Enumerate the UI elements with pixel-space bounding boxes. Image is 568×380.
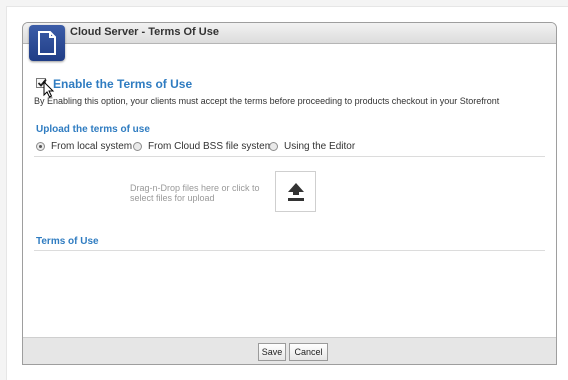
radio-label-editor[interactable]: Using the Editor [284, 141, 355, 152]
radio-button-selected[interactable] [36, 142, 45, 151]
save-button[interactable]: Save [258, 343, 286, 361]
dialog-titlebar: Cloud Server - Terms Of Use [23, 23, 556, 44]
dialog-footer: Save Cancel [23, 337, 556, 364]
dropzone-text[interactable]: Drag-n-Drop files here or click to selec… [130, 183, 270, 203]
document-icon [29, 25, 65, 61]
dialog-title: Cloud Server - Terms Of Use [70, 26, 219, 38]
section-divider [34, 250, 545, 251]
terms-section-title: Terms of Use [36, 236, 99, 247]
upload-icon [288, 183, 304, 201]
enable-terms-label[interactable]: Enable the Terms of Use [53, 77, 192, 91]
radio-button[interactable] [133, 142, 142, 151]
enable-terms-description: By Enabling this option, your clients mu… [34, 96, 500, 106]
upload-button[interactable] [275, 171, 316, 212]
upload-section-title: Upload the terms of use [36, 124, 150, 135]
radio-label-local-system[interactable]: From local system [51, 141, 132, 152]
radio-label-cloud-bss[interactable]: From Cloud BSS file system [148, 141, 273, 152]
cancel-button[interactable]: Cancel [289, 343, 328, 361]
section-divider [34, 156, 545, 157]
radio-button[interactable] [269, 142, 278, 151]
